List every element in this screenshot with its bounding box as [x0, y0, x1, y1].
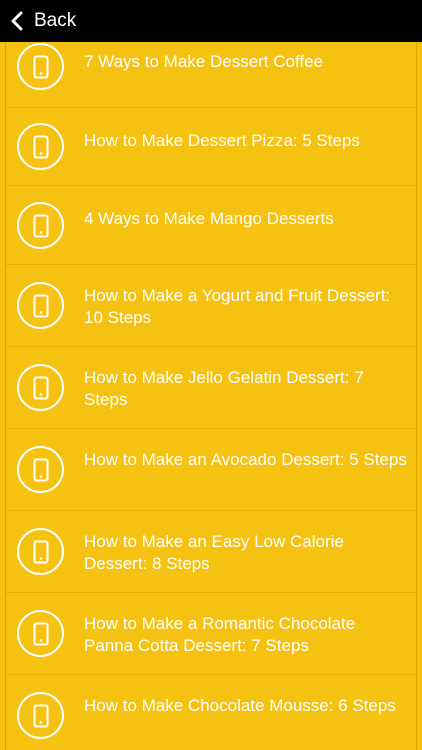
item-icon-circle — [17, 446, 64, 493]
phone-icon — [33, 135, 48, 158]
list-item-title: How to Make Jello Gelatin Dessert: 7 Ste… — [84, 368, 364, 409]
list-item[interactable]: How to Make a Yogurt and Fruit Dessert: … — [6, 265, 416, 347]
phone-icon — [33, 376, 48, 399]
list-item[interactable]: How to Make Dessert Pizza: 5 Steps — [6, 108, 416, 186]
back-button[interactable]: Back — [34, 10, 76, 32]
item-icon-circle — [17, 364, 64, 411]
item-icon-circle — [17, 610, 64, 657]
item-icon-circle — [17, 282, 64, 329]
list-item-title: How to Make an Easy Low Calorie Dessert:… — [84, 532, 344, 573]
phone-icon — [33, 294, 48, 317]
item-icon-circle — [17, 43, 64, 90]
list-item-title: 4 Ways to Make Mango Desserts — [84, 209, 334, 228]
list-item[interactable]: How to Make an Easy Low Calorie Dessert:… — [6, 511, 416, 593]
phone-icon — [33, 704, 48, 727]
list-item[interactable]: How to Make Jello Gelatin Dessert: 7 Ste… — [6, 347, 416, 429]
item-icon-circle — [17, 202, 64, 249]
list-item-title: How to Make Chocolate Mousse: 6 Steps — [84, 696, 396, 715]
list-item[interactable]: 4 Ways to Make Mango Desserts — [6, 186, 416, 265]
article-list: 7 Ways to Make Dessert Coffee How to Mak… — [5, 42, 417, 750]
list-item-title: How to Make a Romantic Chocolate Panna C… — [84, 614, 356, 655]
list-item[interactable]: How to Make a Romantic Chocolate Panna C… — [6, 593, 416, 675]
list-item-title: How to Make Dessert Pizza: 5 Steps — [84, 131, 360, 150]
list-item-title: How to Make a Yogurt and Fruit Dessert: … — [84, 286, 391, 327]
list-item-title: 7 Ways to Make Dessert Coffee — [84, 52, 324, 71]
list-item[interactable]: How to Make Chocolate Mousse: 6 Steps — [6, 675, 416, 750]
list-item[interactable]: How to Make an Avocado Dessert: 5 Steps — [6, 429, 416, 511]
back-chevron-icon[interactable] — [10, 11, 26, 31]
phone-icon — [33, 214, 48, 237]
list-item-title: How to Make an Avocado Dessert: 5 Steps — [84, 450, 407, 469]
top-bar: Back — [0, 0, 422, 42]
phone-icon — [33, 540, 48, 563]
item-icon-circle — [17, 528, 64, 575]
phone-icon — [33, 458, 48, 481]
phone-icon — [33, 622, 48, 645]
list-item[interactable]: 7 Ways to Make Dessert Coffee — [6, 42, 416, 108]
phone-icon — [33, 55, 48, 78]
item-icon-circle — [17, 692, 64, 739]
item-icon-circle — [17, 123, 64, 170]
